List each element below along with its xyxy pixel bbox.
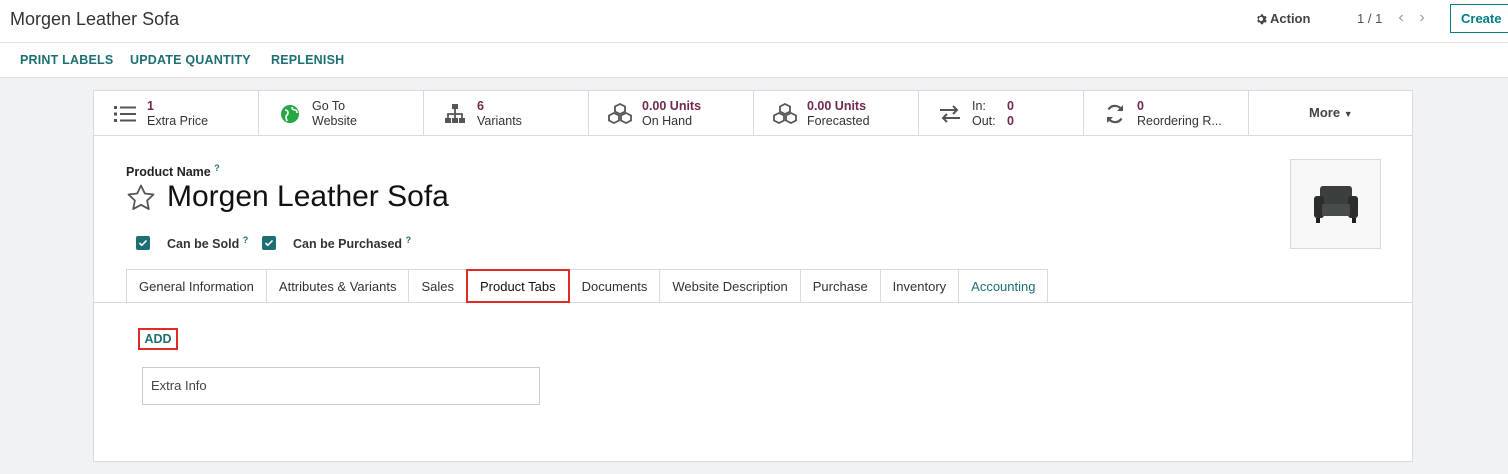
forecasted-button[interactable]: 0.00 Units Forecasted: [754, 91, 919, 135]
pager-value[interactable]: 1 / 1: [1357, 11, 1382, 26]
create-button[interactable]: Create: [1450, 4, 1508, 33]
form-sheet: 1 Extra Price Go To Website 6 Variants 0…: [93, 90, 1413, 462]
forecasted-value: 0.00 Units: [807, 99, 867, 113]
tab-general-information[interactable]: General Information: [126, 269, 266, 303]
status-bar: PRINT LABELS UPDATE QUANTITY REPLENISH: [0, 43, 1508, 78]
list-item[interactable]: Extra Info: [142, 367, 540, 405]
extra-price-label: Extra Price: [147, 114, 209, 128]
on-hand-label: On Hand: [642, 114, 693, 128]
reordering-label: Reordering R...: [1137, 114, 1222, 128]
tab-documents[interactable]: Documents: [569, 269, 660, 303]
cubes-icon: [773, 103, 797, 125]
product-name-label-text: Product Name: [126, 165, 211, 180]
on-hand-value: 0.00 Units: [642, 99, 702, 113]
globe-icon: [281, 105, 299, 123]
variants-label: Variants: [477, 114, 522, 128]
chevron-right-icon[interactable]: ›: [1415, 9, 1429, 27]
can-be-purchased-checkbox[interactable]: [262, 236, 276, 250]
tab-inventory[interactable]: Inventory: [879, 269, 959, 303]
reordering-rules-button[interactable]: 0 Reordering R...: [1084, 91, 1249, 135]
tab-sales[interactable]: Sales: [408, 269, 466, 303]
reordering-value: 0: [1137, 99, 1144, 113]
sofa-image: [1313, 186, 1358, 223]
print-labels-button[interactable]: PRINT LABELS: [20, 53, 113, 67]
caret-down-icon: ▼: [1343, 109, 1353, 119]
add-button[interactable]: ADD: [138, 328, 178, 350]
go-to-website-button[interactable]: Go To Website: [259, 91, 424, 135]
replenish-button[interactable]: REPLENISH: [271, 53, 344, 67]
variants-button[interactable]: 6 Variants: [424, 91, 589, 135]
extra-price-button[interactable]: 1 Extra Price: [94, 91, 259, 135]
website-line1: Go To: [312, 99, 346, 113]
breadcrumb[interactable]: Morgen Leather Sofa: [10, 9, 179, 30]
help-tooltip[interactable]: ?: [406, 235, 412, 245]
help-tooltip[interactable]: ?: [243, 235, 249, 245]
can-be-sold-text: Can be Sold: [167, 237, 240, 252]
exchange-icon: [940, 105, 960, 123]
cubes-icon: [608, 103, 632, 125]
sitemap-icon: [445, 104, 465, 123]
list-icon: [114, 106, 136, 122]
control-panel: Morgen Leather Sofa Action 1 / 1 ‹ › Cre…: [0, 0, 1508, 43]
update-quantity-button[interactable]: UPDATE QUANTITY: [130, 53, 251, 67]
tab-product-tabs[interactable]: Product Tabs: [465, 269, 570, 303]
website-line2: Website: [312, 114, 357, 128]
out-label: Out:: [972, 114, 996, 128]
action-button[interactable]: Action: [1255, 11, 1310, 26]
on-hand-button[interactable]: 0.00 Units On Hand: [589, 91, 754, 135]
check-icon: [264, 239, 274, 247]
in-label: In:: [972, 99, 986, 113]
help-tooltip[interactable]: ?: [214, 163, 220, 173]
forecasted-label: Forecasted: [807, 114, 870, 128]
tab-purchase[interactable]: Purchase: [799, 269, 880, 303]
product-name-label: Product Name ?: [126, 163, 220, 179]
can-be-purchased-label: Can be Purchased ?: [293, 235, 411, 251]
gear-icon: [1257, 13, 1267, 24]
product-image[interactable]: [1290, 159, 1381, 249]
in-value: 0: [1007, 99, 1014, 113]
out-value: 0: [1007, 114, 1014, 128]
notebook-tabs: General Information Attributes & Variant…: [126, 269, 1049, 303]
can-be-sold-checkbox[interactable]: [136, 236, 150, 250]
refresh-icon: [1106, 104, 1124, 124]
tab-accounting[interactable]: Accounting: [958, 269, 1049, 303]
star-icon[interactable]: [126, 183, 156, 213]
tab-attributes-variants[interactable]: Attributes & Variants: [265, 269, 409, 303]
chevron-left-icon[interactable]: ‹: [1394, 9, 1408, 27]
check-icon: [138, 239, 148, 247]
variants-value: 6: [477, 99, 484, 113]
product-name-field[interactable]: Morgen Leather Sofa: [167, 180, 449, 214]
action-label: Action: [1270, 11, 1311, 26]
can-be-purchased-text: Can be Purchased: [293, 237, 403, 252]
more-button[interactable]: More ▼: [1249, 91, 1412, 135]
smart-button-box: 1 Extra Price Go To Website 6 Variants 0…: [94, 91, 1412, 136]
in-out-button[interactable]: In: 0 Out: 0: [919, 91, 1084, 135]
more-label: More: [1309, 105, 1341, 120]
tab-website-description[interactable]: Website Description: [659, 269, 800, 303]
extra-price-value: 1: [147, 99, 154, 113]
can-be-sold-label: Can be Sold ?: [167, 235, 248, 251]
